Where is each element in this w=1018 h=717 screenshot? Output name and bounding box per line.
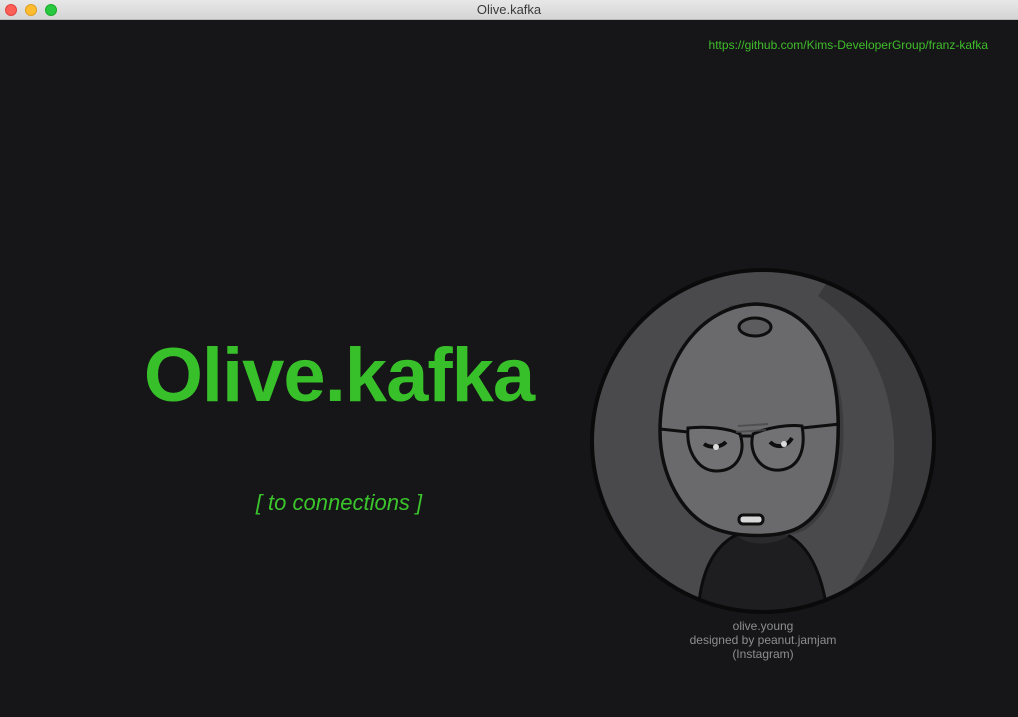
- window-title: Olive.kafka: [476, 2, 542, 17]
- window-titlebar[interactable]: Olive.kafka: [0, 0, 1018, 20]
- avatar-illustration: [590, 268, 936, 614]
- main-content: https://github.com/Kims-DeveloperGroup/f…: [0, 20, 1018, 717]
- github-repo-link[interactable]: https://github.com/Kims-DeveloperGroup/f…: [709, 38, 988, 52]
- avatar-credit: olive.young designed by peanut.jamjam (I…: [663, 619, 863, 661]
- credit-name: olive.young: [732, 619, 794, 633]
- credit-designer: designed by peanut.jamjam: [689, 633, 837, 647]
- connections-link[interactable]: [ to connections ]: [200, 490, 478, 516]
- credit-platform: (Instagram): [732, 647, 794, 661]
- app-brand-title: Olive.kafka: [143, 333, 535, 418]
